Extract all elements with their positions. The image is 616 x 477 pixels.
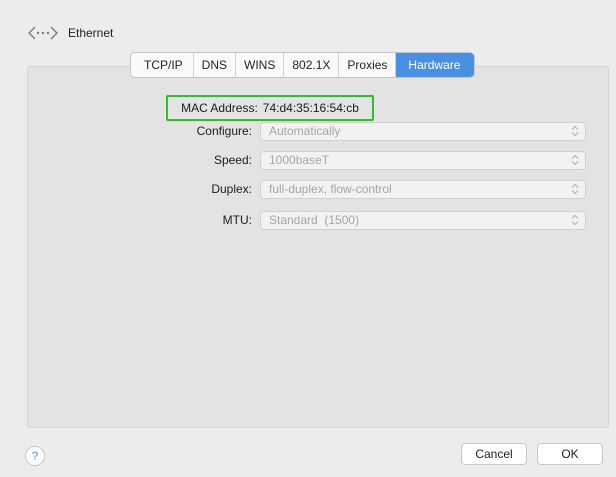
- speed-value: 1000baseT: [269, 153, 330, 167]
- mtu-row: MTU: Standard (1500): [150, 210, 586, 230]
- chevron-updown-icon: [571, 154, 579, 166]
- speed-label: Speed:: [213, 153, 252, 167]
- tab-bar: TCP/IP DNS WINS 802.1X Proxies Hardware: [130, 52, 476, 78]
- mtu-label: MTU:: [222, 213, 252, 227]
- speed-row: Speed: 1000baseT: [150, 150, 586, 170]
- mtu-value: Standard (1500): [269, 213, 360, 227]
- tab-proxies[interactable]: Proxies: [339, 53, 397, 77]
- duplex-value: full-duplex, flow-control: [269, 182, 392, 196]
- cancel-button[interactable]: Cancel: [461, 443, 527, 465]
- mac-address-label: MAC Address:: [181, 101, 258, 115]
- configure-popup: Automatically: [260, 121, 586, 141]
- tab-dns[interactable]: DNS: [194, 53, 237, 77]
- duplex-popup: full-duplex, flow-control: [260, 179, 586, 199]
- configure-row: Configure: Automatically: [150, 121, 586, 141]
- duplex-row: Duplex: full-duplex, flow-control: [150, 179, 586, 199]
- speed-popup: 1000baseT: [260, 150, 586, 170]
- help-button[interactable]: ?: [25, 446, 45, 466]
- configure-value: Automatically: [269, 124, 341, 138]
- chevron-updown-icon: [571, 125, 579, 137]
- configure-label: Configure:: [196, 124, 252, 138]
- tab-802-1x[interactable]: 802.1X: [284, 53, 340, 77]
- chevron-updown-icon: [571, 183, 579, 195]
- chevron-updown-icon: [571, 214, 579, 226]
- header: Ethernet: [26, 22, 113, 44]
- duplex-label: Duplex:: [211, 182, 252, 196]
- mac-address-value: 74:d4:35:16:54:cb: [262, 101, 359, 115]
- tab-wins[interactable]: WINS: [236, 53, 285, 77]
- ethernet-icon: [26, 23, 60, 43]
- mac-address-highlight: MAC Address: 74:d4:35:16:54:cb: [166, 95, 374, 121]
- tab-tcpip[interactable]: TCP/IP: [131, 53, 194, 77]
- header-title: Ethernet: [68, 26, 114, 40]
- tab-hardware[interactable]: Hardware: [396, 53, 475, 77]
- network-settings-window: Ethernet TCP/IP DNS WINS 802.1X Proxies …: [0, 0, 616, 477]
- ok-button[interactable]: OK: [537, 443, 603, 465]
- mtu-popup: Standard (1500): [260, 210, 586, 230]
